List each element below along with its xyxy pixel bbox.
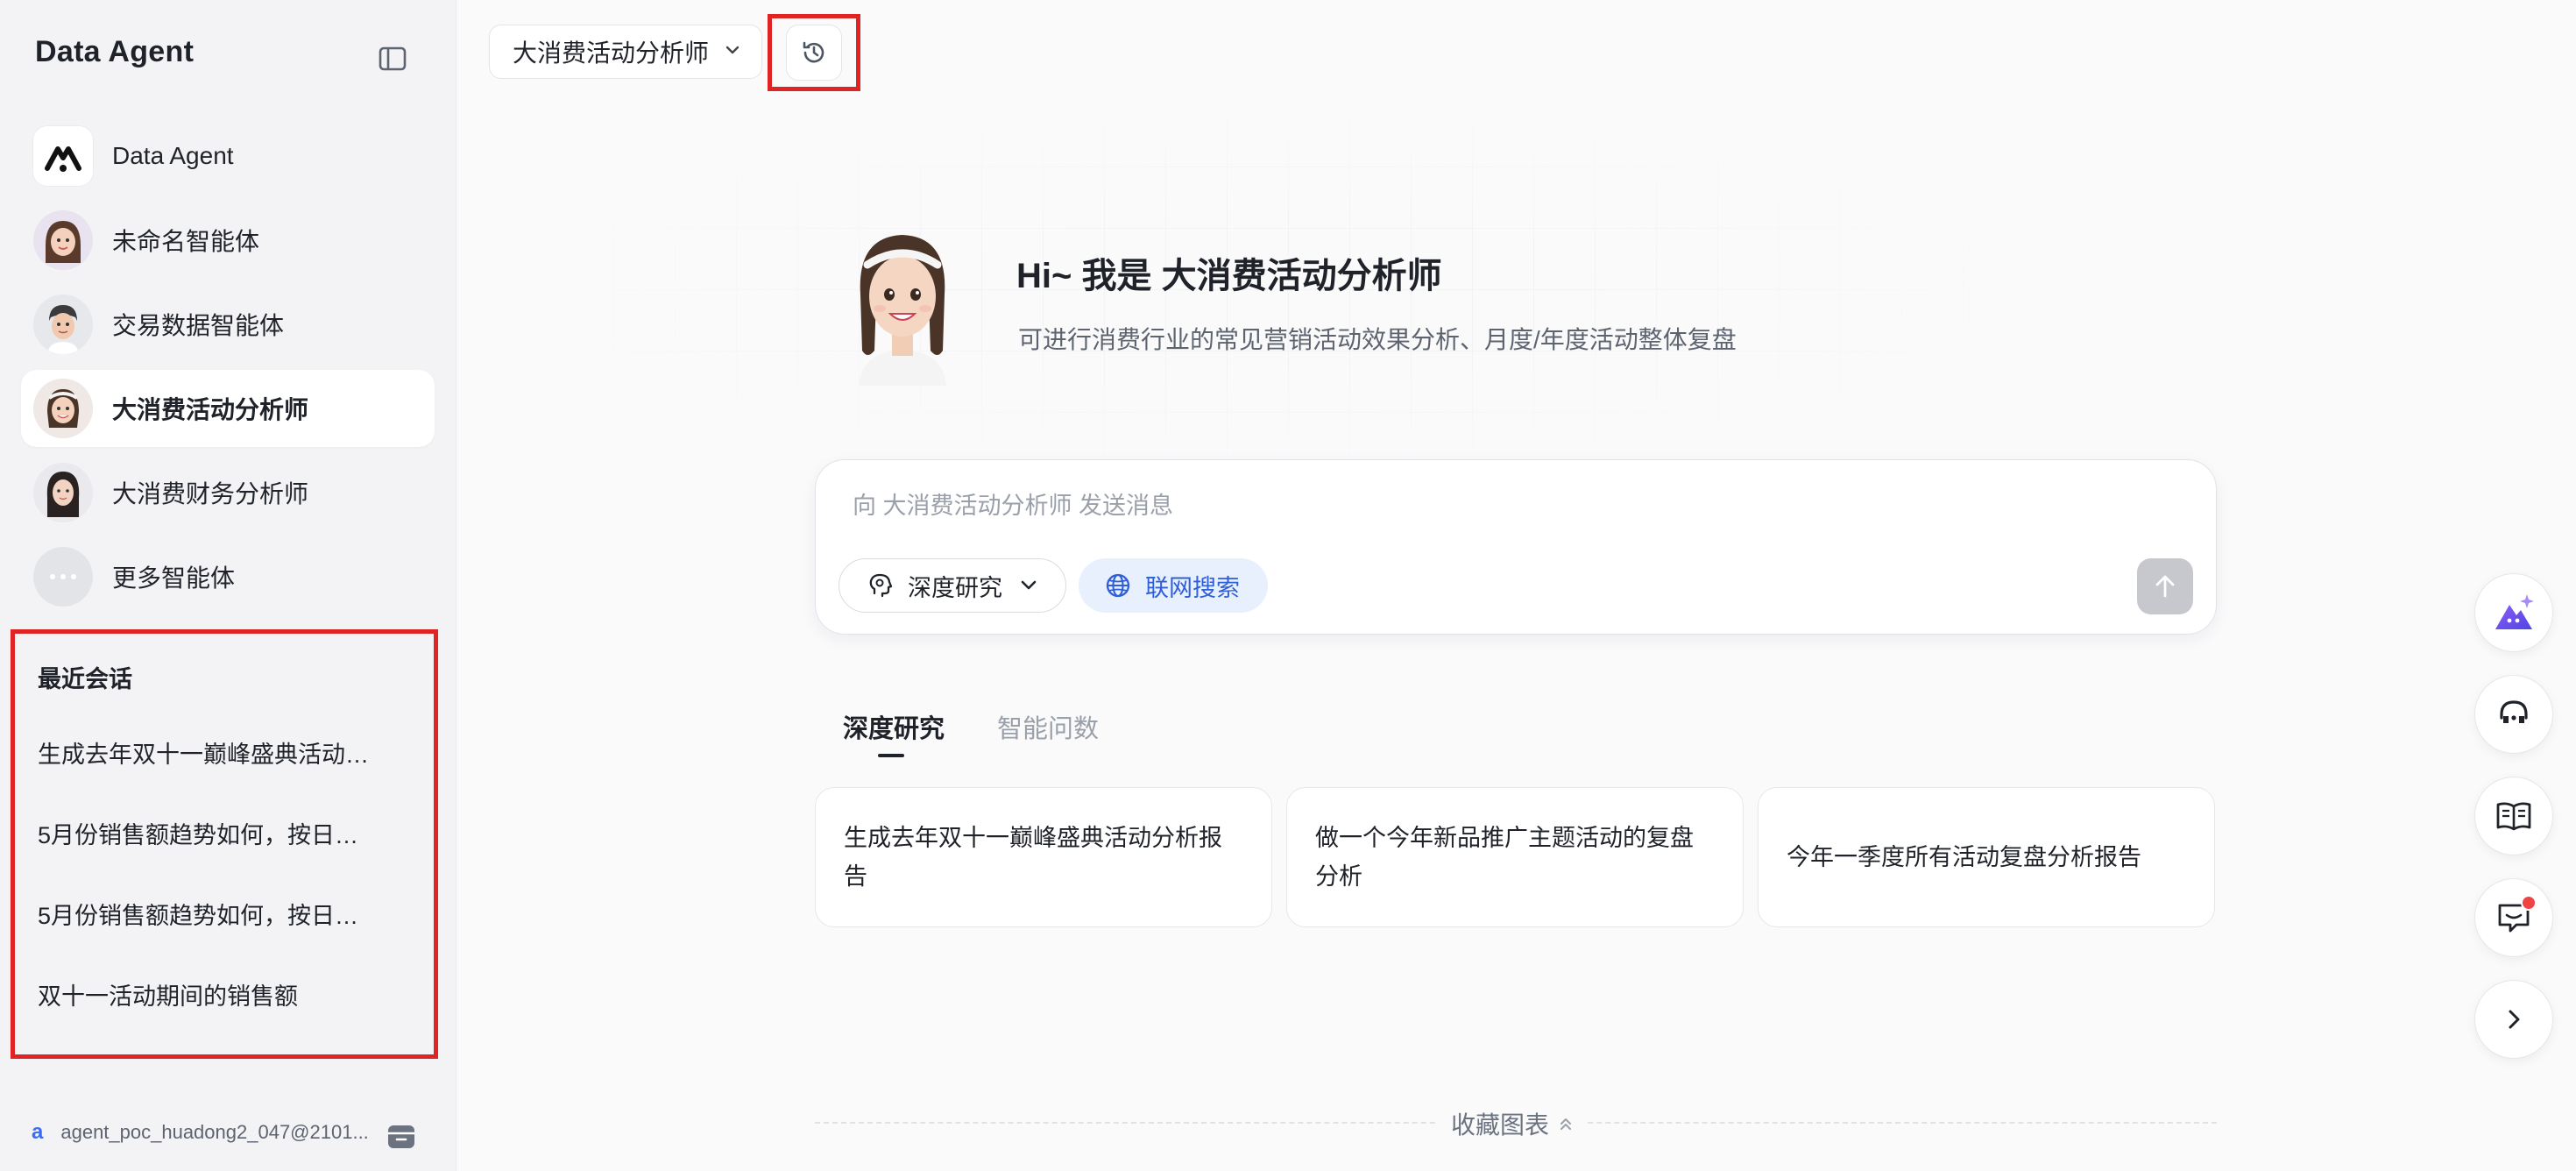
recent-conversation-item[interactable]: 生成去年双十一巅峰盛典活动… — [38, 735, 369, 770]
sidebar-item-unnamed-agent[interactable]: 未命名智能体 — [21, 202, 435, 279]
chevron-down-icon — [725, 44, 740, 60]
sidebar-item-label: 大消费财务分析师 — [112, 480, 309, 507]
globe-icon — [1105, 572, 1131, 599]
avatar-boy-icon — [33, 295, 93, 354]
message-input[interactable]: 向 大消费活动分析师 发送消息 — [853, 486, 1173, 521]
feedback-button[interactable] — [2474, 878, 2553, 957]
tab-deep-research[interactable]: 深度研究 — [843, 708, 945, 745]
double-chevron-up-icon — [1558, 1116, 1574, 1132]
suggestion-card[interactable]: 做一个今年新品推广主题活动的复盘分析 — [1286, 787, 1744, 927]
ai-assistant-button[interactable] — [2474, 573, 2553, 652]
sidebar-item-label: 更多智能体 — [112, 564, 236, 592]
saved-charts-toggle[interactable]: 收藏图表 — [1437, 1106, 1589, 1141]
sidebar-item-label: Data Agent — [112, 142, 234, 169]
agent-description: 可进行消费行业的常见营销活动效果分析、月度/年度活动整体复盘 — [1018, 326, 1737, 353]
recent-conversations-title: 最近会话 — [38, 666, 132, 692]
data-agent-logo-icon — [33, 126, 93, 186]
avatar-girl-icon — [33, 210, 93, 270]
sidebar-item-label: 大消费活动分析师 — [112, 396, 309, 423]
tab-smart-query[interactable]: 智能问数 — [997, 708, 1099, 745]
sidebar-item-consumer-activity-analyst[interactable]: 大消费活动分析师 — [21, 370, 435, 447]
greeting-title: Hi~ 我是 大消费活动分析师 — [1016, 257, 1442, 295]
deep-research-label: 深度研究 — [908, 574, 1002, 601]
sidebar-item-data-agent[interactable]: Data Agent — [21, 117, 435, 195]
more-dots-icon — [33, 547, 93, 607]
history-button[interactable] — [768, 14, 860, 91]
recent-conversation-item[interactable]: 5月份销售额趋势如何，按日… — [38, 897, 358, 931]
deep-research-mode-button[interactable]: 深度研究 — [839, 558, 1066, 613]
chevron-down-icon — [1020, 580, 1037, 591]
history-icon — [803, 41, 824, 63]
book-open-icon — [2496, 802, 2531, 831]
sidebar: Data Agent Data Agent 未命名智能体 交易数据智能体 大消费… — [0, 0, 456, 1171]
customer-service-button[interactable] — [2474, 675, 2553, 754]
agent-select-label: 大消费活动分析师 — [513, 39, 710, 67]
web-search-toggle[interactable]: 联网搜索 — [1079, 558, 1268, 613]
sidebar-item-label: 未命名智能体 — [112, 228, 260, 255]
recent-conversations: 最近会话 生成去年双十一巅峰盛典活动… 5月份销售额趋势如何，按日… 5月份销售… — [11, 629, 438, 1059]
suggestion-card[interactable]: 今年一季度所有活动复盘分析报告 — [1758, 787, 2215, 927]
docs-button[interactable] — [2474, 777, 2553, 855]
sidebar-item-label: 交易数据智能体 — [112, 312, 285, 339]
sidebar-toggle-icon — [379, 46, 407, 71]
recent-conversation-item[interactable]: 5月份销售额趋势如何，按日… — [38, 816, 358, 850]
account-info[interactable]: a agent_poc_huadong2_047@2101... — [32, 1120, 369, 1145]
agent-avatar-illustration — [841, 219, 964, 394]
sparkle-mountain-icon — [2495, 594, 2534, 629]
account-name: agent_poc_huadong2_047@2101... — [60, 1121, 369, 1143]
archive-icon[interactable] — [386, 1122, 417, 1150]
suggestion-card[interactable]: 生成去年双十一巅峰盛典活动分析报告 — [815, 787, 1272, 927]
account-initial: a — [32, 1120, 44, 1144]
send-button[interactable] — [2137, 558, 2193, 614]
notification-badge — [2521, 895, 2537, 911]
sidebar-item-more-agents[interactable]: 更多智能体 — [21, 538, 435, 615]
chevron-right-icon — [2509, 1010, 2520, 1029]
sidebar-item-trade-data-agent[interactable]: 交易数据智能体 — [21, 286, 435, 363]
web-search-label: 联网搜索 — [1145, 574, 1240, 601]
agent-select-dropdown[interactable]: 大消费活动分析师 — [489, 25, 762, 79]
avatar-woman-icon — [33, 463, 93, 522]
saved-charts-label: 收藏图表 — [1451, 1111, 1550, 1139]
arrow-up-icon — [2155, 575, 2175, 598]
active-tab-indicator — [878, 754, 904, 757]
message-composer[interactable]: 向 大消费活动分析师 发送消息 深度研究 联网搜索 — [815, 459, 2217, 635]
sidebar-item-consumer-finance-analyst[interactable]: 大消费财务分析师 — [21, 454, 435, 531]
app-logo-title: Data Agent — [35, 35, 195, 68]
headset-icon — [2500, 700, 2528, 723]
expand-panel-button[interactable] — [2474, 980, 2553, 1059]
sidebar-toggle-button[interactable] — [375, 44, 410, 74]
avatar-girl-headband-icon — [33, 379, 93, 438]
agent-list: Data Agent 未命名智能体 交易数据智能体 大消费活动分析师 大消费财务… — [21, 117, 435, 622]
brain-icon — [867, 572, 894, 599]
recent-conversation-item[interactable]: 双十一活动期间的销售额 — [38, 977, 298, 1011]
